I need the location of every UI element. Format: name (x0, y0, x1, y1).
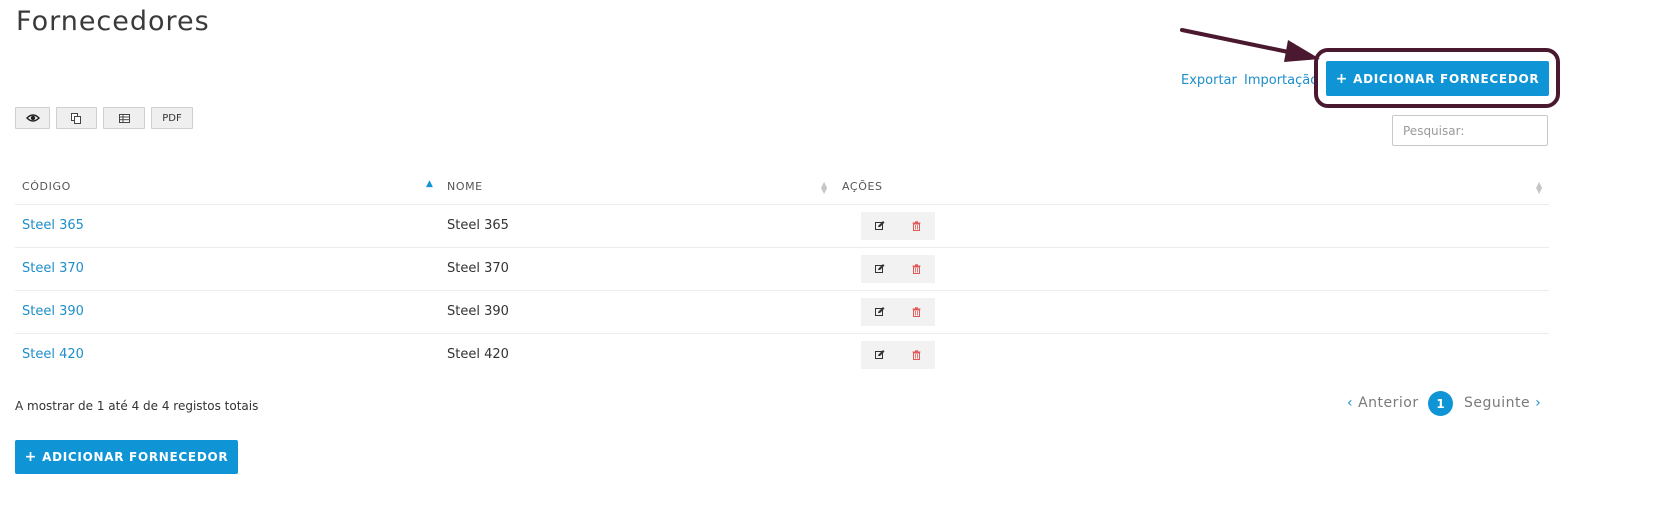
delete-button[interactable] (898, 255, 935, 283)
sort-icon[interactable]: ▲ ▼ (821, 181, 827, 195)
add-supplier-button-bottom[interactable]: + ADICIONAR FORNECEDOR (15, 440, 238, 474)
column-header-name[interactable]: NOME (447, 180, 483, 193)
row-actions (861, 212, 935, 240)
column-header-actions[interactable]: AÇÕES (842, 180, 883, 193)
annotation-arrow (1180, 28, 1320, 62)
pdf-button[interactable]: PDF (151, 107, 193, 129)
copy-button[interactable] (56, 107, 97, 129)
add-supplier-label: ADICIONAR FORNECEDOR (1353, 71, 1540, 86)
supplier-code-link[interactable]: Steel 365 (22, 218, 84, 233)
row-divider (15, 247, 1549, 248)
row-actions (861, 298, 935, 326)
edit-button[interactable] (861, 255, 898, 283)
pagination-next-label: Seguinte (1464, 395, 1531, 411)
trash-icon (912, 264, 921, 274)
chevron-left-icon: ‹ (1347, 395, 1354, 411)
edit-button[interactable] (861, 212, 898, 240)
trash-icon (912, 221, 921, 231)
export-link[interactable]: Exportar (1181, 73, 1237, 88)
delete-button[interactable] (898, 298, 935, 326)
supplier-code-link[interactable]: Steel 390 (22, 304, 84, 319)
plus-icon: + (24, 449, 38, 465)
supplier-name: Steel 390 (447, 304, 509, 319)
row-actions (861, 255, 935, 283)
edit-icon (874, 221, 884, 230)
edit-button[interactable] (861, 298, 898, 326)
column-header-code[interactable]: CÓDIGO (22, 180, 71, 193)
eye-icon (25, 114, 40, 122)
plus-icon: + (1335, 70, 1349, 87)
sort-icon[interactable]: ▲ ▼ (1536, 181, 1542, 195)
trash-icon (912, 350, 921, 360)
sort-ascending-icon[interactable]: ▲ (426, 179, 433, 189)
edit-icon (874, 350, 884, 359)
pagination-previous[interactable]: ‹ Anterior (1347, 395, 1419, 411)
add-supplier-button-top[interactable]: + ADICIONAR FORNECEDOR (1326, 61, 1549, 96)
add-supplier-label: ADICIONAR FORNECEDOR (42, 450, 229, 464)
table-info-text: A mostrar de 1 até 4 de 4 registos totai… (15, 399, 259, 413)
supplier-name: Steel 370 (447, 261, 509, 276)
table-icon (118, 113, 130, 123)
column-visibility-button[interactable] (15, 107, 50, 129)
row-divider (15, 290, 1549, 291)
supplier-code-link[interactable]: Steel 370 (22, 261, 84, 276)
edit-icon (874, 307, 884, 316)
delete-button[interactable] (898, 212, 935, 240)
chevron-right-icon: › (1535, 395, 1542, 411)
import-link[interactable]: Importação (1244, 73, 1318, 88)
trash-icon (912, 307, 921, 317)
edit-button[interactable] (861, 341, 898, 369)
pagination-next[interactable]: Seguinte › (1464, 395, 1541, 411)
edit-icon (874, 264, 884, 273)
supplier-name: Steel 365 (447, 218, 509, 233)
search-input[interactable] (1392, 115, 1548, 146)
pagination-previous-label: Anterior (1358, 395, 1419, 411)
supplier-name: Steel 420 (447, 347, 509, 362)
row-divider (15, 333, 1549, 334)
page-title: Fornecedores (16, 6, 210, 37)
pagination-page-current[interactable]: 1 (1428, 391, 1453, 416)
copy-icon (71, 112, 81, 124)
row-divider (15, 204, 1549, 205)
supplier-code-link[interactable]: Steel 420 (22, 347, 84, 362)
row-actions (861, 341, 935, 369)
csv-button[interactable] (103, 107, 145, 129)
delete-button[interactable] (898, 341, 935, 369)
